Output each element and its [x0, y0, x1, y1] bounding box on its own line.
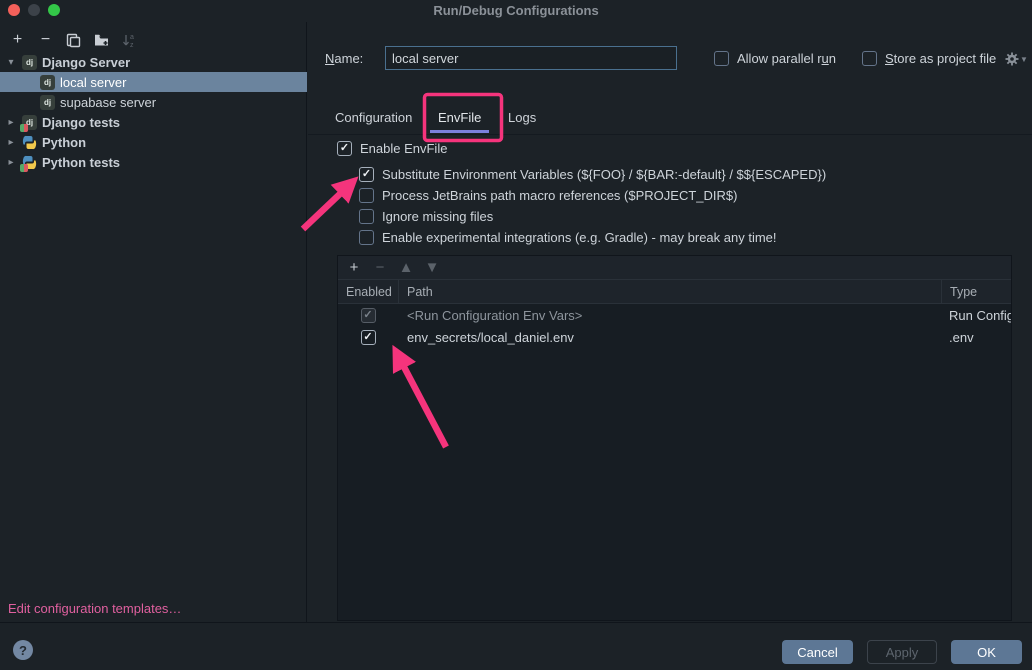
remove-envfile-icon[interactable]: − [373, 259, 387, 276]
configuration-editor: Name: ✓ Allow parallel run ✓ Store as pr… [308, 22, 1032, 622]
cancel-button[interactable]: Cancel [782, 640, 853, 664]
checkbox-box[interactable]: ✓ [337, 141, 352, 156]
python-tests-icon [22, 155, 37, 170]
copy-configuration-icon[interactable] [65, 32, 82, 49]
column-header-type[interactable]: Type [941, 280, 1011, 303]
configurations-tree: ▾ dj Django Server dj local server dj su… [0, 52, 307, 172]
experimental-integrations-checkbox[interactable]: ✓ Enable experimental integrations (e.g.… [359, 230, 777, 245]
remove-configuration-icon[interactable]: − [37, 32, 54, 49]
allow-parallel-run-checkbox[interactable]: ✓ Allow parallel run [714, 51, 836, 66]
tree-item-django-server[interactable]: ▾ dj Django Server [0, 52, 307, 72]
svg-text:z: z [130, 42, 134, 48]
column-header-enabled[interactable]: Enabled [338, 285, 398, 299]
table-header: Enabled Path Type [338, 279, 1011, 304]
gear-icon [1005, 52, 1019, 66]
python-icon [22, 135, 37, 150]
checkbox-box[interactable]: ✓ [862, 51, 877, 66]
checkbox-label: Process JetBrains path macro references … [382, 188, 737, 203]
svg-text:a: a [130, 34, 134, 41]
sidebar-toolbar: + − az [0, 28, 138, 52]
store-as-project-file-checkbox[interactable]: ✓ Store as project file [862, 51, 996, 66]
row-enabled-checkbox[interactable]: ✓ [361, 330, 376, 345]
chevron-down-icon[interactable]: ▾ [5, 57, 17, 68]
apply-button[interactable]: Apply [867, 640, 937, 664]
django-icon: dj [22, 55, 37, 70]
tree-item-label: Python tests [42, 155, 120, 170]
tree-item-django-tests[interactable]: ▸ dj Django tests [0, 112, 307, 132]
checkbox-label: Substitute Environment Variables (${FOO}… [382, 167, 826, 182]
tree-item-label: local server [60, 75, 126, 90]
table-row-env-secrets[interactable]: ✓ env_secrets/local_daniel.env .env [338, 326, 1011, 348]
add-configuration-icon[interactable]: + [9, 32, 26, 49]
new-folder-icon[interactable] [93, 32, 110, 49]
add-envfile-icon[interactable]: + [347, 259, 361, 276]
checkbox-box[interactable]: ✓ [359, 188, 374, 203]
sort-configurations-icon[interactable]: az [121, 32, 138, 49]
tree-item-supabase-server[interactable]: dj supabase server [0, 92, 307, 112]
test-badge-icon [20, 164, 28, 172]
column-header-path[interactable]: Path [398, 280, 941, 303]
row-type: Run Config [941, 308, 1011, 323]
tree-item-python-tests[interactable]: ▸ Python tests [0, 152, 307, 172]
store-options-gear[interactable]: ▼ [1005, 52, 1028, 66]
tab-logs[interactable]: Logs [508, 100, 536, 135]
checkbox-box[interactable]: ✓ [359, 167, 374, 182]
ok-button[interactable]: OK [951, 640, 1022, 664]
tree-item-python[interactable]: ▸ Python [0, 132, 307, 152]
checkbox-label: Enable EnvFile [360, 141, 447, 156]
envfile-table-panel: + − ▲ ▼ Enabled Path Type ✓ <Run Configu… [337, 255, 1012, 621]
row-type: .env [941, 330, 1011, 345]
tree-item-label: Django Server [42, 55, 130, 70]
envfile-table-toolbar: + − ▲ ▼ [338, 256, 1011, 279]
tab-bar: Configuration EnvFile Logs [308, 100, 1032, 135]
window-title: Run/Debug Configurations [0, 3, 1032, 18]
checkbox-box[interactable]: ✓ [714, 51, 729, 66]
title-bar: Run/Debug Configurations [0, 0, 1032, 22]
ignore-missing-files-checkbox[interactable]: ✓ Ignore missing files [359, 209, 493, 224]
name-input[interactable] [385, 46, 677, 70]
checkbox-box[interactable]: ✓ [359, 230, 374, 245]
checkbox-label: Ignore missing files [382, 209, 493, 224]
tab-envfile[interactable]: EnvFile [438, 100, 481, 135]
help-icon[interactable]: ? [13, 640, 33, 660]
tab-configuration[interactable]: Configuration [335, 100, 412, 135]
configurations-sidebar: + − az ▾ dj Django Server dj local serve… [0, 22, 307, 622]
name-label: Name: [325, 51, 363, 66]
checkbox-label: Enable experimental integrations (e.g. G… [382, 230, 777, 245]
tree-item-label: Django tests [42, 115, 120, 130]
tree-item-local-server[interactable]: dj local server [0, 72, 307, 92]
move-down-icon[interactable]: ▼ [425, 259, 439, 276]
checkbox-box[interactable]: ✓ [359, 209, 374, 224]
tree-item-label: supabase server [60, 95, 156, 110]
django-tests-icon: dj [22, 115, 37, 130]
chevron-down-icon: ▼ [1020, 55, 1028, 64]
chevron-right-icon[interactable]: ▸ [5, 117, 17, 128]
django-icon: dj [40, 95, 55, 110]
checkbox-label: Allow parallel run [737, 51, 836, 66]
substitute-env-vars-checkbox[interactable]: ✓ Substitute Environment Variables (${FO… [359, 167, 826, 182]
edit-configuration-templates-link[interactable]: Edit configuration templates… [8, 601, 181, 616]
django-icon: dj [40, 75, 55, 90]
process-path-macro-checkbox[interactable]: ✓ Process JetBrains path macro reference… [359, 188, 737, 203]
tree-item-label: Python [42, 135, 86, 150]
move-up-icon[interactable]: ▲ [399, 259, 413, 276]
row-enabled-checkbox: ✓ [361, 308, 376, 323]
dialog-footer: ? Cancel Apply OK [0, 622, 1032, 670]
table-row-run-config-env-vars[interactable]: ✓ <Run Configuration Env Vars> Run Confi… [338, 304, 1011, 326]
enable-envfile-checkbox[interactable]: ✓ Enable EnvFile [337, 141, 447, 156]
checkbox-label: Store as project file [885, 51, 996, 66]
chevron-right-icon[interactable]: ▸ [5, 157, 17, 168]
chevron-right-icon[interactable]: ▸ [5, 137, 17, 148]
row-path: env_secrets/local_daniel.env [398, 330, 941, 345]
row-path: <Run Configuration Env Vars> [398, 308, 941, 323]
